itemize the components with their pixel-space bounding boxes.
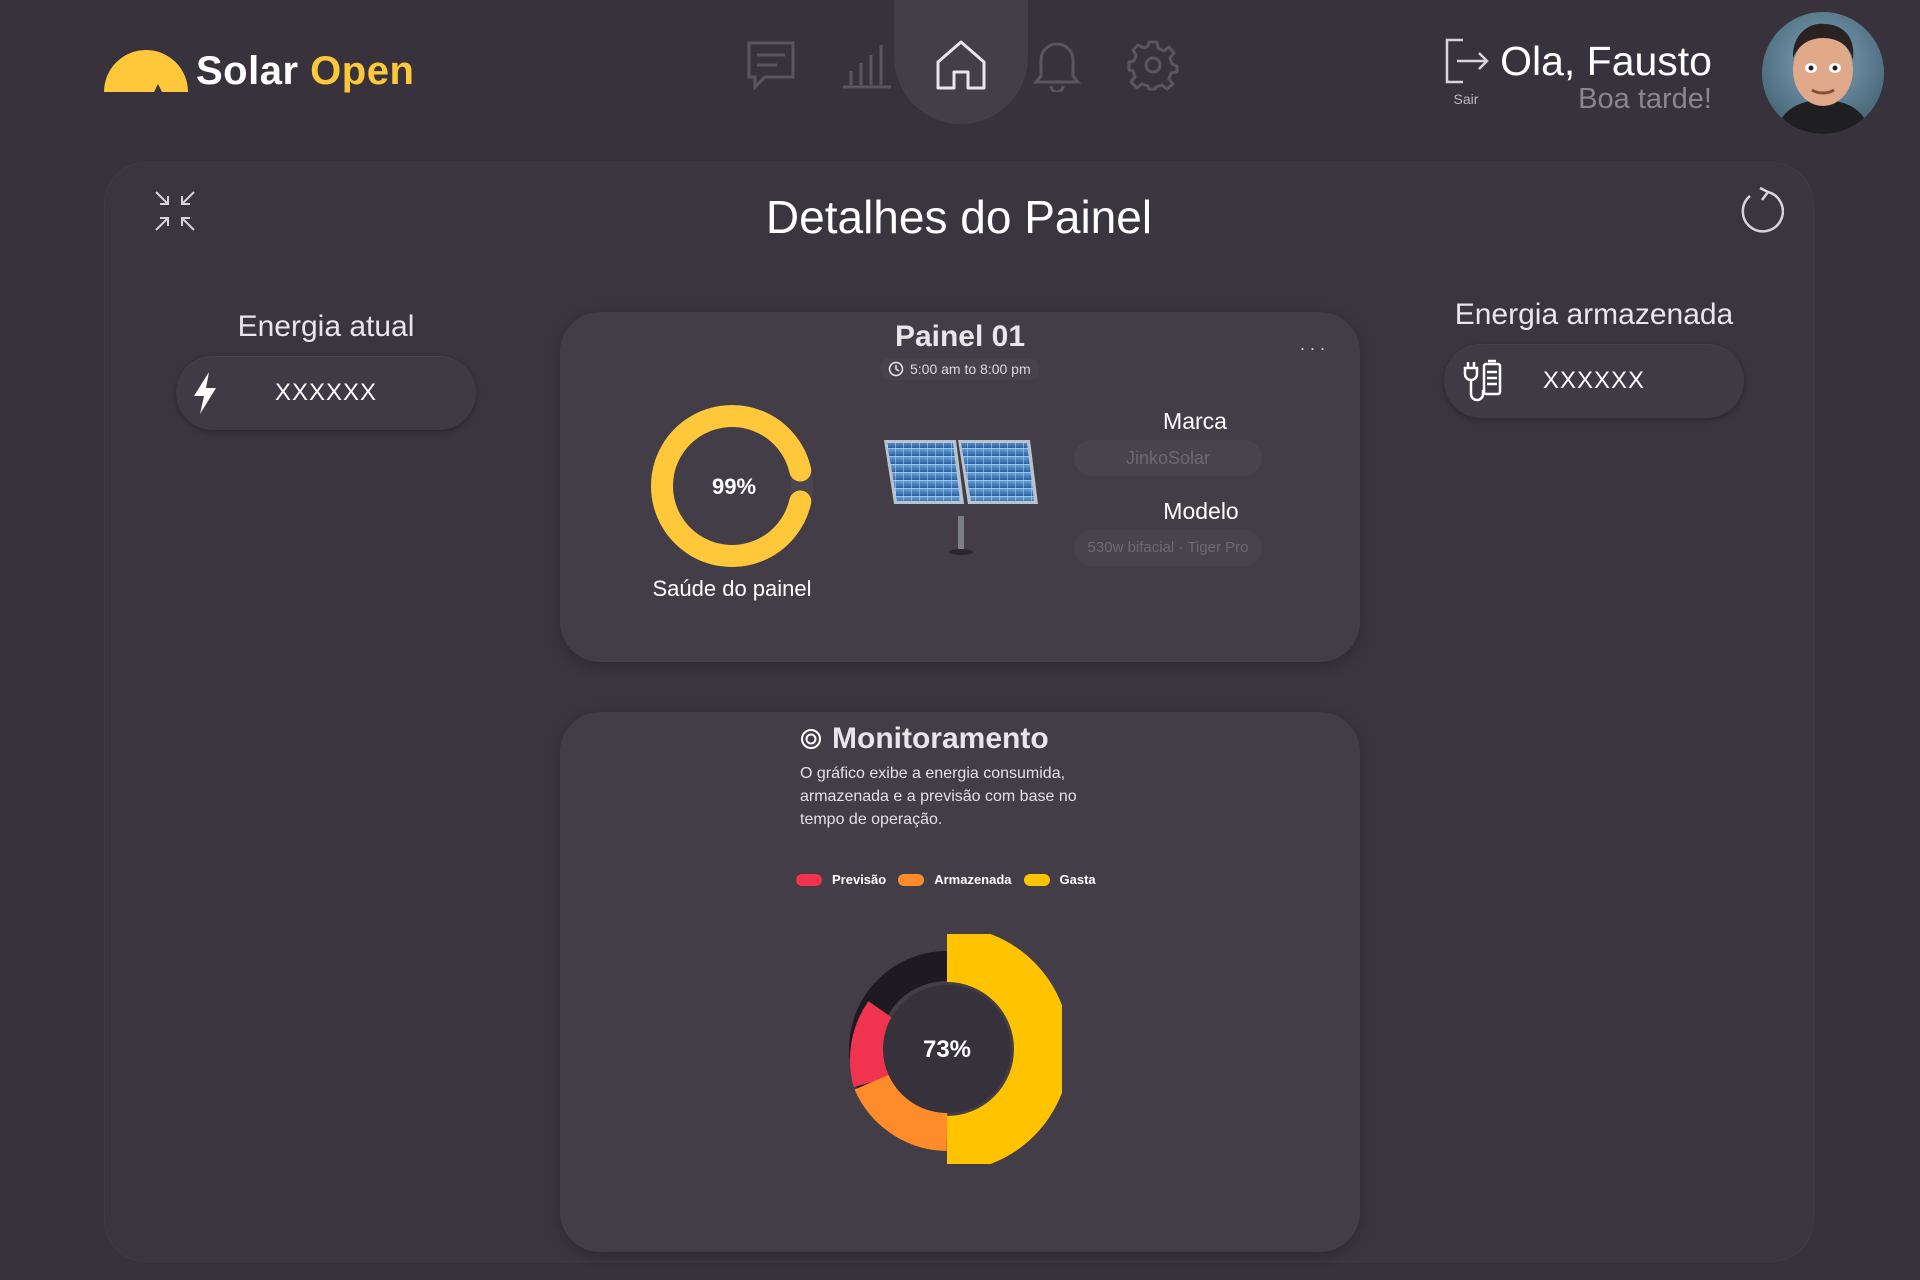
main-panel: Detalhes do Painel Energia atual XXXXXX … bbox=[104, 162, 1814, 1262]
logout-icon bbox=[1445, 38, 1489, 84]
legend-swatch-armazenada bbox=[898, 873, 925, 886]
legend-label-gasta: Gasta bbox=[1059, 872, 1096, 887]
nav-item-home[interactable] bbox=[934, 38, 988, 92]
donut-center-value: 73% bbox=[923, 1036, 971, 1063]
panel-title: Painel 01 bbox=[894, 320, 1026, 353]
stored-energy-title: Energia armazenada bbox=[1454, 298, 1734, 331]
model-field[interactable]: 530w bifacial - Tiger Pro bbox=[1074, 530, 1262, 566]
lightning-icon bbox=[194, 372, 216, 414]
current-energy-pill: XXXXXX bbox=[176, 356, 476, 430]
chart-legend: Previsão Armazenada Gasta bbox=[796, 872, 1108, 887]
home-icon bbox=[936, 40, 986, 90]
panel-more-button[interactable]: ... bbox=[1300, 334, 1330, 355]
legend-item-gasta[interactable]: Gasta bbox=[1023, 872, 1096, 887]
model-label: Modelo bbox=[1163, 498, 1239, 524]
brand-word-2: Open bbox=[310, 48, 415, 93]
monitoring-title: Monitoramento bbox=[832, 722, 1049, 755]
nav-item-messages[interactable] bbox=[744, 38, 798, 92]
brand-word-1: Solar bbox=[196, 48, 299, 93]
legend-label-previsao: Previsão bbox=[832, 872, 887, 887]
bar-chart-icon bbox=[843, 45, 891, 89]
gear-icon bbox=[1127, 40, 1179, 91]
current-energy-value: XXXXXX bbox=[274, 379, 378, 406]
stored-energy-pill: XXXXXX bbox=[1444, 344, 1744, 418]
nav-item-settings[interactable] bbox=[1126, 38, 1180, 92]
bell-icon bbox=[1033, 42, 1081, 92]
user-avatar[interactable] bbox=[1762, 12, 1884, 134]
legend-swatch-gasta bbox=[1023, 873, 1050, 886]
legend-swatch-previsao bbox=[796, 873, 822, 886]
brand-logo[interactable]: Solar Open bbox=[102, 48, 414, 94]
solar-panel-illustration bbox=[884, 440, 1038, 555]
top-nav bbox=[744, 0, 1184, 130]
brand-field[interactable]: JinkoSolar bbox=[1074, 440, 1262, 476]
greeting-subtitle: Boa tarde! bbox=[1578, 83, 1712, 115]
donut-segment-previsao bbox=[849, 1001, 900, 1088]
legend-item-previsao[interactable]: Previsão bbox=[796, 872, 886, 887]
monitoring-card: Monitoramento O gráfico exibe a energia … bbox=[560, 712, 1360, 1252]
target-icon bbox=[801, 729, 821, 749]
nav-item-reports[interactable] bbox=[840, 38, 894, 92]
clock-icon bbox=[888, 361, 904, 377]
legend-item-armazenada[interactable]: Armazenada bbox=[898, 872, 1012, 887]
monitoring-description: O gráfico exibe a energia consumida, arm… bbox=[800, 765, 1077, 828]
time-range-chip: 5:00 am to 8:00 pm bbox=[880, 358, 1039, 380]
refresh-icon bbox=[1741, 186, 1785, 233]
battery-plug-icon bbox=[1463, 359, 1502, 402]
health-label: Saúde do painel bbox=[652, 576, 812, 601]
logout-label: Sair bbox=[1453, 91, 1479, 107]
sun-logo-icon bbox=[104, 50, 188, 92]
time-range-text: 5:00 am to 8:00 pm bbox=[910, 361, 1031, 377]
refresh-button[interactable] bbox=[1738, 184, 1785, 241]
health-ring: 99% bbox=[651, 405, 813, 567]
nav-item-notifications[interactable] bbox=[1030, 38, 1084, 92]
brand-name: Solar Open bbox=[196, 49, 414, 94]
logout-button[interactable]: Sair bbox=[1436, 38, 1496, 107]
monitoring-donut-chart: 73% bbox=[849, 934, 1062, 1164]
monitoring-header: Monitoramento bbox=[800, 722, 1049, 756]
brand-label: Marca bbox=[1163, 408, 1227, 434]
legend-label-armazenada: Armazenada bbox=[934, 872, 1012, 887]
greeting-name: Ola, Fausto bbox=[1500, 38, 1712, 84]
stored-energy-block: Energia armazenada XXXXXX bbox=[1444, 298, 1744, 418]
chat-icon bbox=[747, 41, 795, 91]
avatar-image bbox=[1762, 12, 1884, 134]
current-energy-title: Energia atual bbox=[237, 310, 415, 343]
panel-card: Painel 01 ... 5:00 am to 8:00 pm 99% Saú… bbox=[560, 312, 1360, 662]
user-greeting: Ola, Fausto Boa tarde! bbox=[1500, 38, 1712, 114]
page-title: Detalhes do Painel bbox=[765, 191, 1153, 243]
health-value: 99% bbox=[712, 474, 756, 499]
current-energy-block: Energia atual XXXXXX bbox=[176, 310, 476, 430]
